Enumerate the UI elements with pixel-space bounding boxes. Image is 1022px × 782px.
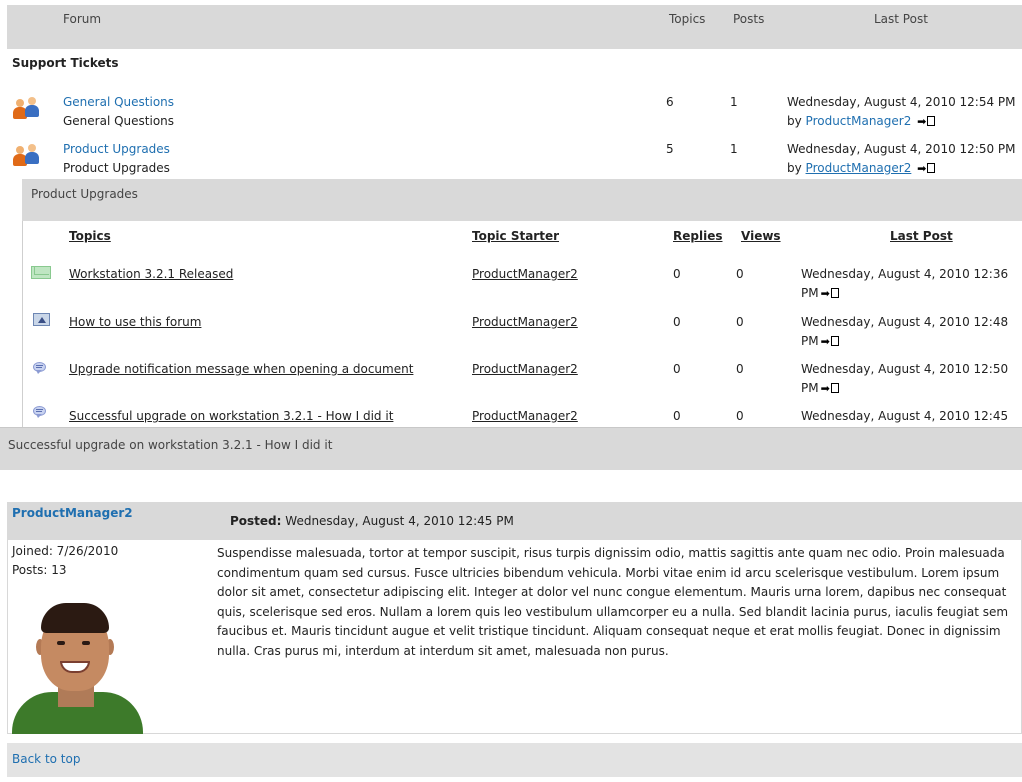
posted-date-value: Wednesday, August 4, 2010 12:45 PM bbox=[285, 514, 514, 528]
replies-count: 0 bbox=[673, 315, 681, 329]
thread-title: Successful upgrade on workstation 3.2.1 … bbox=[8, 438, 333, 452]
back-to-top-link[interactable]: Back to top bbox=[12, 752, 80, 766]
pm-label: PM bbox=[801, 286, 819, 300]
topic-link[interactable]: Workstation 3.2.1 Released bbox=[69, 267, 233, 281]
announcement-icon bbox=[33, 313, 50, 326]
topic-last-post-date: Wednesday, August 4, 2010 12:45 bbox=[801, 409, 1009, 423]
pm-label: PM bbox=[801, 334, 819, 348]
topic-last-post-date: Wednesday, August 4, 2010 12:50 bbox=[801, 362, 1009, 376]
post-body-line: condimentum quam sed cursus. Fusce ultri… bbox=[217, 565, 1000, 580]
replies-column-header[interactable]: Replies bbox=[673, 229, 722, 243]
topic-starter-link[interactable]: ProductManager2 bbox=[472, 409, 578, 423]
go-to-last-post-icon[interactable]: ➡ bbox=[821, 382, 839, 395]
last-post-column-header[interactable]: Last Post bbox=[890, 229, 953, 243]
forum-link-product-upgrades[interactable]: Product Upgrades bbox=[63, 142, 170, 156]
topic-link[interactable]: Upgrade notification message when openin… bbox=[69, 362, 413, 376]
forum-link-general-questions[interactable]: General Questions bbox=[63, 95, 174, 109]
forum-last-post-date: Wednesday, August 4, 2010 12:50 PM bbox=[787, 142, 1016, 156]
post-body-line: Suspendisse malesuada, tortor at tempor … bbox=[217, 546, 1005, 560]
post-body-line: faucibus et. Mauris tincidunt augue et v… bbox=[217, 624, 1001, 638]
author-link[interactable]: ProductManager2 bbox=[806, 161, 912, 175]
topic-last-post-date: Wednesday, August 4, 2010 12:36 bbox=[801, 267, 1009, 281]
by-label: by bbox=[787, 114, 802, 128]
last-post-column-header: Last Post bbox=[874, 12, 928, 26]
replies-count: 0 bbox=[673, 409, 681, 423]
topic-last-post-time: PM ➡ bbox=[801, 334, 839, 348]
topic-starter-column-header[interactable]: Topic Starter bbox=[472, 229, 559, 243]
views-column-header[interactable]: Views bbox=[741, 229, 781, 243]
forum-header-row bbox=[7, 5, 1022, 49]
views-count: 0 bbox=[736, 315, 744, 329]
topic-starter-link[interactable]: ProductManager2 bbox=[472, 362, 578, 376]
avatar bbox=[12, 597, 143, 734]
posted-label: Posted: bbox=[230, 514, 282, 528]
go-to-last-post-icon[interactable]: ➡ bbox=[917, 162, 936, 175]
post-header bbox=[7, 502, 1022, 540]
posts-column-header: Posts bbox=[733, 12, 765, 26]
topics-panel-title: Product Upgrades bbox=[31, 187, 138, 201]
post-body-line: nulla. Cras purus mi, interdum at interd… bbox=[217, 643, 669, 658]
post-author-link[interactable]: ProductManager2 bbox=[12, 506, 133, 520]
topics-panel-header bbox=[22, 179, 1022, 221]
views-count: 0 bbox=[736, 267, 744, 281]
topic-last-post-time: PM ➡ bbox=[801, 286, 839, 300]
forum-last-post-date: Wednesday, August 4, 2010 12:54 PM bbox=[787, 95, 1016, 109]
author-joined: Joined: 7/26/2010 bbox=[12, 544, 119, 558]
forum-posts-count: 1 bbox=[730, 142, 738, 156]
views-count: 0 bbox=[736, 362, 744, 376]
topic-link[interactable]: Successful upgrade on workstation 3.2.1 … bbox=[69, 409, 393, 423]
forum-last-post-author: by ProductManager2 ➡ bbox=[787, 114, 936, 128]
author-link[interactable]: ProductManager2 bbox=[806, 114, 912, 128]
post-footer bbox=[7, 743, 1022, 777]
go-to-last-post-icon[interactable]: ➡ bbox=[821, 287, 839, 300]
topic-last-post-time: PM ➡ bbox=[801, 381, 839, 395]
post-body-line: dolor sit amet, consectetur adipiscing e… bbox=[217, 585, 1007, 599]
forum-users-icon bbox=[13, 96, 43, 120]
post-body: Suspendisse malesuada, tortor at tempor … bbox=[217, 544, 1017, 661]
speech-bubble-icon bbox=[33, 406, 47, 418]
topic-starter-link[interactable]: ProductManager2 bbox=[472, 267, 578, 281]
post-body-line: quis, scelerisque sed eros. Nullam a lor… bbox=[217, 604, 1009, 619]
forum-description: General Questions bbox=[63, 114, 175, 128]
topics-column-header: Topics bbox=[669, 12, 706, 26]
post-date: Posted: Wednesday, August 4, 2010 12:45 … bbox=[230, 514, 514, 528]
topic-starter-link[interactable]: ProductManager2 bbox=[472, 315, 578, 329]
by-label: by bbox=[787, 161, 802, 175]
go-to-last-post-icon[interactable]: ➡ bbox=[821, 335, 839, 348]
replies-count: 0 bbox=[673, 267, 681, 281]
mail-icon bbox=[31, 266, 51, 279]
topic-link[interactable]: How to use this forum bbox=[69, 315, 201, 329]
topics-column-header[interactable]: Topics bbox=[69, 229, 111, 243]
speech-bubble-icon bbox=[33, 362, 47, 374]
views-count: 0 bbox=[736, 409, 744, 423]
topic-last-post-date: Wednesday, August 4, 2010 12:48 bbox=[801, 315, 1009, 329]
forum-topics-count: 6 bbox=[666, 95, 674, 109]
author-post-count: Posts: 13 bbox=[12, 563, 67, 577]
replies-count: 0 bbox=[673, 362, 681, 376]
forum-users-icon bbox=[13, 143, 43, 167]
go-to-last-post-icon[interactable]: ➡ bbox=[917, 115, 936, 128]
forum-last-post-author: by ProductManager2 ➡ bbox=[787, 161, 936, 175]
forum-topics-count: 5 bbox=[666, 142, 674, 156]
forum-description: Product Upgrades bbox=[63, 161, 170, 175]
pm-label: PM bbox=[801, 381, 819, 395]
forum-column-header: Forum bbox=[63, 12, 102, 26]
forum-posts-count: 1 bbox=[730, 95, 738, 109]
section-title: Support Tickets bbox=[12, 56, 119, 70]
